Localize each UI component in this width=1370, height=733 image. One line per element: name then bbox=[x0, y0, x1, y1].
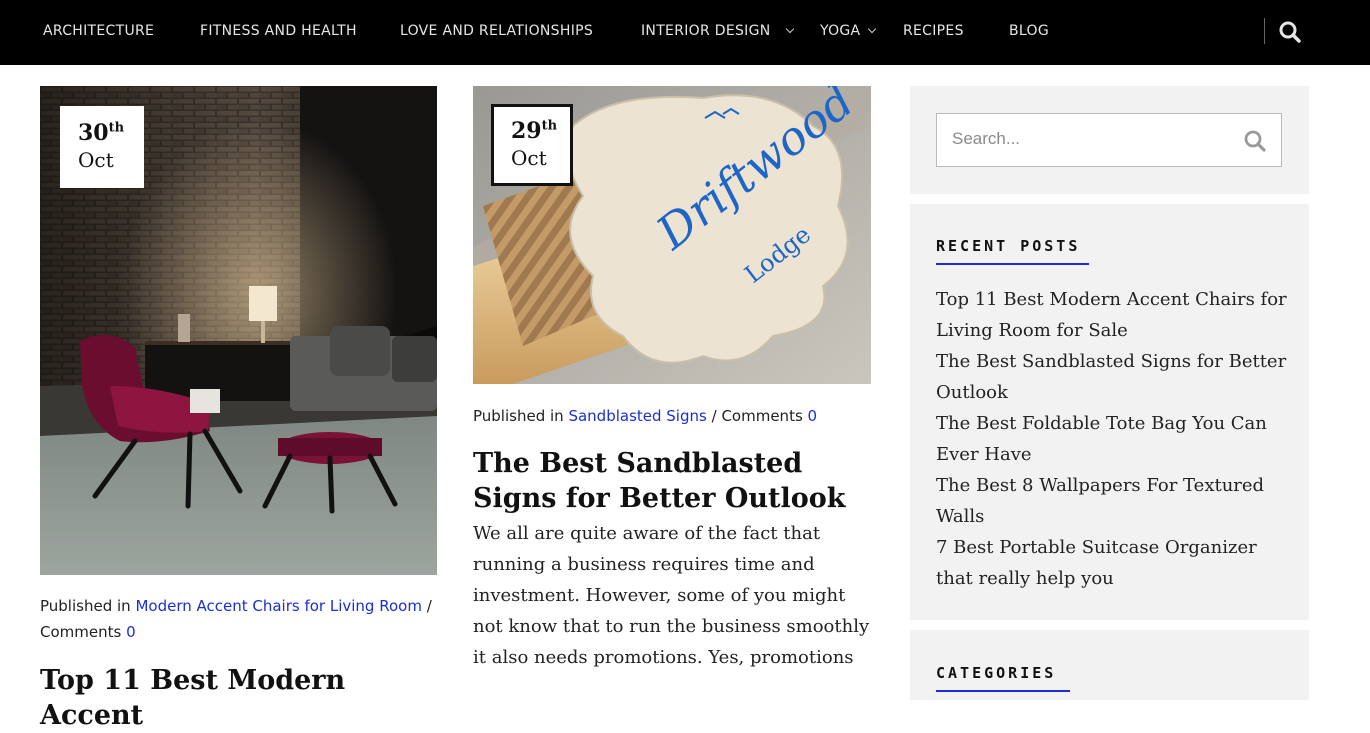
widget-title-recent-posts: RECENT POSTS bbox=[936, 237, 1081, 255]
date-day: 29th bbox=[511, 118, 558, 144]
recent-posts-list: Top 11 Best Modern Accent Chairs for Liv… bbox=[936, 284, 1296, 594]
date-month: Oct bbox=[78, 148, 114, 172]
nav-item-yoga[interactable]: YOGA bbox=[820, 0, 860, 63]
search-box bbox=[936, 113, 1282, 167]
search-icon[interactable] bbox=[1243, 129, 1267, 153]
post-title[interactable]: The Best Sandblasted Signs for Better Ou… bbox=[473, 446, 868, 516]
post-date-badge: 30th Oct bbox=[60, 106, 144, 188]
nav-item-love-and-relationships[interactable]: LOVE AND RELATIONSHIPS bbox=[400, 0, 593, 63]
meta-separator: / bbox=[426, 597, 432, 615]
search-widget bbox=[910, 86, 1309, 194]
meta-published-label: Published in bbox=[40, 597, 131, 615]
post-excerpt: We all are quite aware of the fact that … bbox=[473, 523, 870, 668]
recent-post-link[interactable]: Top 11 Best Modern Accent Chairs for Liv… bbox=[936, 284, 1296, 346]
post-meta: Published in Modern Accent Chairs for Li… bbox=[40, 593, 440, 645]
comments-count-link[interactable]: 0 bbox=[808, 407, 818, 425]
meta-separator: / bbox=[711, 407, 717, 425]
meta-published-label: Published in bbox=[473, 407, 564, 425]
post-date-badge: 29th Oct bbox=[491, 104, 573, 186]
comments-count-link[interactable]: 0 bbox=[126, 623, 136, 641]
comments-label: Comments bbox=[721, 407, 803, 425]
post-meta: Published in Sandblasted Signs / Comment… bbox=[473, 403, 873, 429]
date-month: Oct bbox=[511, 146, 547, 170]
nav-item-blog[interactable]: BLOG bbox=[1009, 0, 1049, 63]
nav-item-fitness-and-health[interactable]: FITNESS AND HEALTH bbox=[200, 0, 357, 63]
nav-item-recipes[interactable]: RECIPES bbox=[903, 0, 964, 63]
recent-post-link[interactable]: 7 Best Portable Suitcase Organizer that … bbox=[936, 532, 1296, 594]
recent-posts-widget: RECENT POSTS Top 11 Best Modern Accent C… bbox=[910, 204, 1309, 620]
widget-title-categories: CATEGORIES bbox=[936, 664, 1057, 682]
nav-divider bbox=[1264, 18, 1265, 44]
top-navigation: ARCHITECTURE FITNESS AND HEALTH LOVE AND… bbox=[0, 0, 1370, 65]
nav-item-architecture[interactable]: ARCHITECTURE bbox=[43, 0, 154, 63]
title-underline bbox=[936, 263, 1089, 265]
recent-post-link[interactable]: The Best Foldable Tote Bag You Can Ever … bbox=[936, 408, 1296, 470]
post-thumbnail-accent-chair[interactable]: 30th Oct bbox=[40, 86, 437, 575]
comments-label: Comments bbox=[40, 623, 122, 641]
post-thumbnail-sandblasted-sign[interactable]: Driftwood Lodge 29th Oct bbox=[473, 86, 871, 384]
post-category-link[interactable]: Modern Accent Chairs for Living Room bbox=[135, 597, 422, 615]
post-title[interactable]: Top 11 Best Modern Accent bbox=[40, 663, 440, 733]
post-category-link[interactable]: Sandblasted Signs bbox=[568, 407, 706, 425]
search-icon[interactable] bbox=[1278, 20, 1302, 44]
categories-widget: CATEGORIES bbox=[910, 630, 1309, 700]
recent-post-link[interactable]: The Best 8 Wallpapers For Textured Walls bbox=[936, 470, 1296, 532]
search-input[interactable] bbox=[937, 114, 1232, 164]
date-day: 30th bbox=[78, 120, 125, 146]
nav-item-interior-design[interactable]: INTERIOR DESIGN bbox=[641, 0, 771, 63]
chevron-down-icon[interactable] bbox=[867, 24, 877, 34]
title-underline bbox=[936, 690, 1070, 692]
chevron-down-icon[interactable] bbox=[785, 24, 795, 34]
recent-post-link[interactable]: The Best Sandblasted Signs for Better Ou… bbox=[936, 346, 1296, 408]
